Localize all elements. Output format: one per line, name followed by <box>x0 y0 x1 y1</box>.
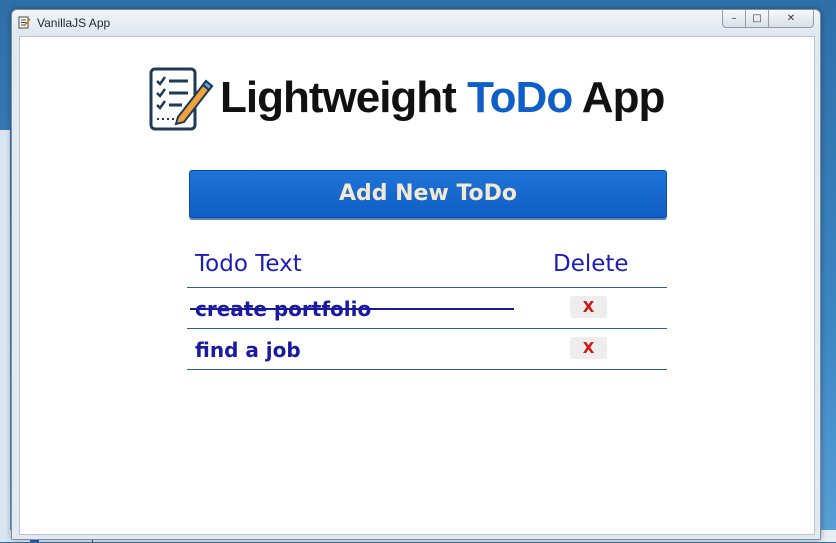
delete-todo-button[interactable]: X <box>570 296 607 318</box>
table-row: find a job X <box>187 329 667 370</box>
table-header-row: Todo Text Delete <box>187 237 667 288</box>
title-part2: App <box>572 73 666 122</box>
column-header-delete: Delete <box>553 251 629 277</box>
window-controls: – □ ✕ <box>722 10 814 28</box>
add-todo-button[interactable]: Add New ToDo <box>189 170 667 218</box>
delete-todo-button[interactable]: X <box>570 337 607 359</box>
title-bar[interactable]: VanillaJS App – □ ✕ <box>12 10 820 36</box>
table-row: create portfolio X <box>187 288 667 329</box>
window-title: VanillaJS App <box>37 16 111 30</box>
maximize-button[interactable]: □ <box>746 10 769 28</box>
desktop-background-left <box>0 130 10 542</box>
todo-text[interactable]: find a job <box>195 338 301 362</box>
todo-table: Todo Text Delete create portfolio X find… <box>187 237 667 370</box>
app-window: VanillaJS App – □ ✕ Lightweight ToDo App <box>11 9 821 540</box>
title-part1: Lightweight <box>220 73 468 122</box>
title-accent: ToDo <box>467 73 573 122</box>
close-button[interactable]: ✕ <box>769 10 814 28</box>
strikethrough-line <box>190 308 514 310</box>
app-header: Lightweight ToDo App <box>148 65 708 137</box>
app-content: Lightweight ToDo App Add New ToDo Todo T… <box>19 36 815 535</box>
column-header-todo-text: Todo Text <box>195 251 302 277</box>
notepad-checklist-pen-icon <box>149 67 214 131</box>
app-title: Lightweight ToDo App <box>220 73 666 123</box>
app-icon <box>18 16 31 29</box>
minimize-button[interactable]: – <box>722 10 746 28</box>
